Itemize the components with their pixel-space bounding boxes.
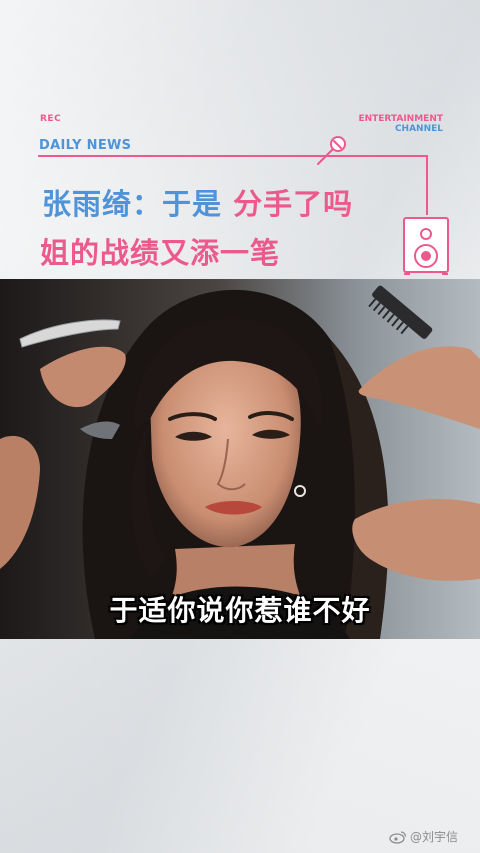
headline-blue-part: 张雨绮：于是 (42, 187, 223, 221)
header-rule-vertical (426, 155, 428, 215)
weibo-icon (389, 830, 407, 844)
channel-text: CHANNEL (394, 124, 443, 134)
headline-line-2: 姐的战绩又添一笔 (40, 236, 281, 270)
headline-pink-part: 分手了吗 (233, 187, 354, 221)
video-frame[interactable]: 于适你说你惹谁不好 (0, 279, 480, 639)
header-rule (38, 155, 428, 157)
entertainment-text: ENTERTAINMENT (358, 114, 443, 124)
watermark-text: @刘宇信 (409, 830, 458, 844)
microphone-icon (317, 136, 346, 165)
video-subtitle: 于适你说你惹谁不好 (109, 594, 371, 627)
portrait-illustration (0, 279, 480, 639)
headline-line-1: 张雨绮：于是 分手了吗 (42, 181, 353, 223)
daily-news-label: DAILY NEWS (39, 138, 132, 153)
entertainment-channel-label: ENTERTAINMENT CHANNEL (358, 114, 443, 134)
weibo-watermark: @刘宇信 (389, 828, 458, 845)
rec-label: REC (40, 114, 62, 124)
speaker-icon (403, 217, 449, 275)
